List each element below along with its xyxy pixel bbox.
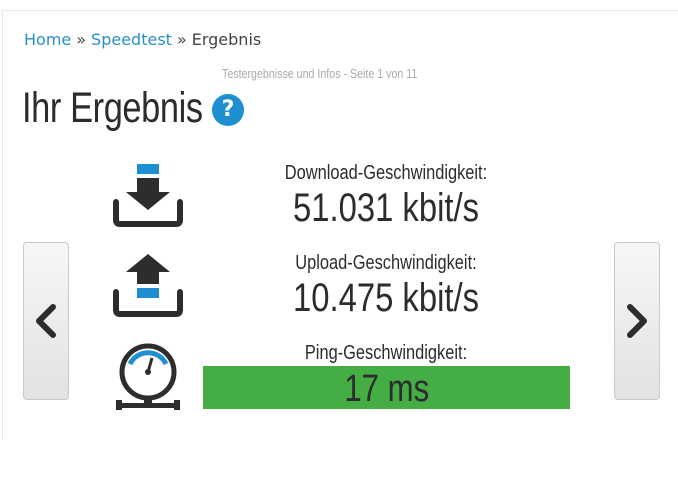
download-icon [113,164,183,227]
speedometer-icon [116,343,180,410]
help-icon[interactable]: ? [212,94,244,126]
chevron-right-icon [627,304,647,338]
previous-page-button[interactable] [23,242,69,400]
breadcrumb: Home» Speedtest» Ergebnis [24,30,261,49]
upload-value: 10.475 kbit/s [292,276,479,320]
download-value: 51.031 kbit/s [292,186,479,230]
ping-label: Ping-Geschwindigkeit: [304,342,468,364]
breadcrumb-speedtest-link[interactable]: Speedtest [91,30,172,49]
download-label: Download-Geschwindigkeit: [284,162,488,184]
results-subtitle: Testergebnisse und Infos - Seite 1 von 1… [222,66,418,81]
next-page-button[interactable] [614,242,660,400]
page-title: Ihr Ergebnis [22,84,203,132]
breadcrumb-separator: » [176,30,187,49]
upload-label: Upload-Geschwindigkeit: [295,252,477,274]
breadcrumb-separator: » [76,30,87,49]
ping-value: 17 ms [344,368,429,410]
breadcrumb-current: Ergebnis [191,30,262,49]
chevron-left-icon [36,304,56,338]
breadcrumb-home-link[interactable]: Home [24,30,71,49]
upload-icon [113,254,183,317]
